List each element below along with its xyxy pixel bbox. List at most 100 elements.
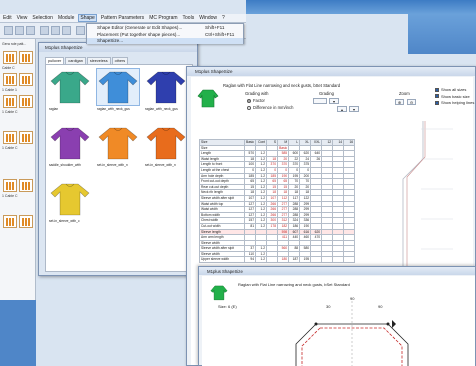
menu-shape[interactable]: Shape [78,14,97,22]
sweater-icon [98,71,138,104]
menu-pattern-parameters[interactable]: Pattern Parameters [101,15,144,21]
cut-icon[interactable] [40,26,49,35]
shape-thumbnail[interactable] [49,125,91,161]
pattern-label: 1 Cable C [2,110,18,114]
size-table: Size Basic Cont S M L XL XXL 12 14 16 Size Basic Leng… [199,139,356,264]
zoom-out-icon[interactable]: ⊖ [407,99,416,105]
menu-item-label: ShapeSize... [97,38,124,43]
shape-label: raglan [49,107,59,111]
shape-gallery: raglan raglan_with_neck_gus raglan_with_ne… [45,64,193,272]
menu-item-label: Placement (Put together shape pieces)... [97,31,181,37]
option-checkbox[interactable]: Show all sizes [435,87,474,92]
table-cell[interactable]: 94 [243,256,257,264]
table-cell[interactable] [332,256,345,264]
shape-label: raglan_with_neck_gus [145,107,178,111]
menu-[interactable]: ? [222,15,225,21]
shape-label: saddle_shoulder_with [49,163,81,167]
window-title: M1plus ShapeSize [207,268,243,274]
sweater-icon [98,127,138,160]
difference-radio[interactable]: Difference in mm/inch [247,105,293,110]
shape-label: set-in_sleeve_with_c [49,219,80,223]
menu-selection[interactable]: Selection [32,15,53,21]
window-titlebar[interactable]: M1plus ShapeSize [199,267,475,275]
pattern-thumbnail[interactable] [19,95,33,108]
table-cell[interactable] [343,256,356,264]
menu-view[interactable]: View [17,15,28,21]
pattern-thumbnail[interactable] [3,179,17,192]
window-title: M1plus ShapeSize [45,45,83,50]
factor-label: Factor [253,98,265,103]
radio-indicator [247,105,251,110]
control-point[interactable] [386,322,390,326]
shape-menu-item[interactable]: Placement (Put together shape pieces)...… [87,32,243,38]
grading-stepper[interactable] [313,98,327,104]
pattern-thumbnail[interactable] [19,215,33,228]
shape-draft-window: M1plus ShapeSize Raglan with Flat Line n… [198,266,476,366]
shape-thumbnail[interactable] [96,68,140,106]
shape-label: set-in_sleeve_with_n [97,163,128,167]
pattern-label: 1 Cable 1 [2,88,17,92]
menu-item-shortcut: Shift+F11 [205,25,225,30]
menu-edit[interactable]: Edit [3,15,12,21]
factor-radio[interactable]: Factor [247,98,265,103]
zoom-in-icon[interactable]: ⊕ [395,99,404,105]
shape-thumbnail[interactable] [145,125,187,161]
option-checkbox[interactable]: Show basic size [435,94,474,99]
shape-thumbnail[interactable] [49,69,91,105]
zoom-label: Zoom [399,91,410,96]
menu-mc-program[interactable]: MC Program [149,15,177,21]
table-cell[interactable]: 195 [299,256,312,264]
pattern-thumbnail[interactable] [19,73,33,86]
table-cell[interactable]: 180 [277,256,290,264]
grading-down-button[interactable]: ▾ [349,106,359,112]
grading-stepper-down[interactable]: ▾ [329,98,339,104]
menu-tools[interactable]: Tools [183,15,195,21]
table-cell[interactable]: 187 [288,256,301,264]
shape-menu-item[interactable]: ShapeSize... [87,38,243,44]
shapesize-catalog-window: M1plus ShapeSize pullover cardigan sleevel… [38,42,198,276]
pattern-thumbnail[interactable] [3,73,17,86]
new-icon[interactable] [4,26,13,35]
table-cell[interactable] [266,256,279,264]
table-cell[interactable]: 1.2 [255,256,268,264]
save-icon[interactable] [26,26,35,35]
grading-up-button[interactable]: ▴ [337,106,347,112]
pattern-thumbnail[interactable] [19,51,33,64]
draft-content: Raglan with Flat Line narrowing and neck… [202,276,475,366]
shape-menu-dropdown: Shape Editor (Generate or Edit Shapes)..… [86,23,244,44]
desktop-background-left [0,300,36,366]
checkbox-indicator [435,100,439,105]
window-titlebar[interactable]: M1plus ShapeSize [187,67,475,76]
menu-module[interactable]: Module [58,15,74,21]
row-label: Upper sleeve width [199,256,245,264]
shape-thumbnail[interactable] [49,181,91,217]
pattern-thumbnail[interactable] [3,95,17,108]
pattern-thumbnail[interactable] [3,215,17,228]
checkbox-indicator [435,94,439,99]
pattern-thumbnail[interactable] [19,131,33,144]
paste-icon[interactable] [62,26,71,35]
option-label: Show helping lines [441,100,475,105]
option-checkbox[interactable]: Show helping lines [435,100,474,105]
menu-window[interactable]: Window [199,15,217,21]
control-point[interactable] [314,322,318,326]
grading-label: Grading [319,91,334,96]
table-cell[interactable]: Basic [277,144,290,152]
copy-icon[interactable] [51,26,60,35]
checkbox-indicator [435,87,439,92]
shape-thumbnail[interactable] [145,69,187,105]
shape-label: raglan_with_neck_gus [97,107,130,111]
open-icon[interactable] [15,26,24,35]
pattern-thumbnail[interactable] [3,51,17,64]
shape-thumbnail[interactable] [97,125,139,161]
pattern-thumbnail[interactable] [3,131,17,144]
column-header: Cont [255,139,268,146]
table-cell[interactable] [310,256,323,264]
shape-menu-item[interactable]: Shape Editor (Generate or Edit Shapes)..… [87,25,243,31]
table-cell[interactable] [321,256,334,264]
undo-icon[interactable] [76,26,85,35]
grading-with-label: Grading with [245,91,269,96]
pattern-thumbnail[interactable] [19,179,33,192]
window-titlebar[interactable]: M1plus ShapeSize [39,43,197,52]
desktop-background [246,0,476,14]
